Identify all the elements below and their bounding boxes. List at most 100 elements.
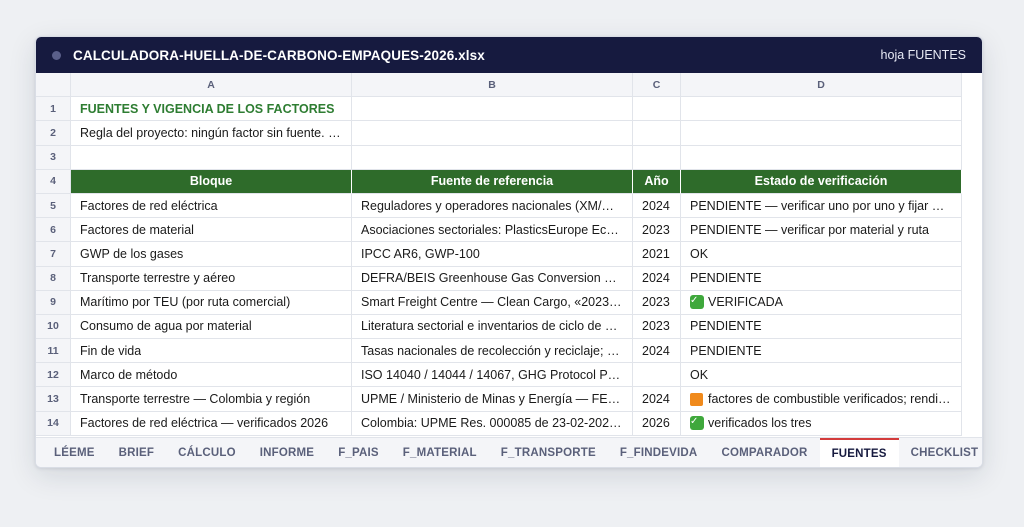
estado-cell[interactable]: ✓ VERIFICADA (681, 290, 962, 315)
anio-cell[interactable]: 2024 (633, 387, 681, 412)
bloque-cell[interactable]: Marítimo por TEU (por ruta comercial) (71, 290, 352, 315)
row-number[interactable]: 6 (36, 218, 71, 243)
sheet-row: 3 (36, 145, 982, 170)
cell[interactable] (681, 121, 962, 146)
fuente-cell[interactable]: Reguladores y operadores nacionales (XM/… (352, 193, 633, 219)
bloque-cell[interactable]: Consumo de agua por material (71, 314, 352, 340)
estado-cell[interactable]: OK (681, 363, 962, 388)
anio-cell[interactable]: 2021 (633, 242, 681, 267)
row-number[interactable]: 12 (36, 363, 71, 388)
header-fuente[interactable]: Fuente de referencia (352, 169, 633, 194)
anio-cell[interactable]: 2024 (633, 339, 681, 364)
anio-cell[interactable]: 2023 (633, 314, 681, 340)
fuente-cell[interactable]: ISO 14040 / 14044 / 14067, GHG Protocol … (352, 363, 633, 388)
sheet-tab-l-eme[interactable]: LÉEME (42, 438, 107, 468)
header-bloque[interactable]: Bloque (71, 169, 352, 194)
row-number[interactable]: 1 (36, 97, 71, 122)
fuente-cell[interactable]: Literatura sectorial e inventarios de ci… (352, 314, 633, 340)
cell[interactable] (352, 97, 633, 122)
row-number[interactable]: 14 (36, 411, 71, 436)
row-number[interactable]: 2 (36, 121, 71, 146)
column-header-a[interactable]: A (71, 73, 352, 98)
sheet-tab-checklist[interactable]: CHECKLIST (899, 438, 982, 468)
cell[interactable] (681, 97, 962, 122)
bloque-cell[interactable]: Transporte terrestre — Colombia y región (71, 387, 352, 412)
row-number[interactable]: 7 (36, 242, 71, 267)
cell[interactable] (352, 121, 633, 146)
sheet-tab-comparador[interactable]: COMPARADOR (709, 438, 819, 468)
anio-cell[interactable]: 2026 (633, 411, 681, 436)
project-rule-text: Regla del proyecto: ningún factor sin fu… (80, 125, 341, 140)
sheet-tab-f-material[interactable]: F_MATERIAL (391, 438, 489, 468)
row-number[interactable]: 8 (36, 266, 71, 291)
bloque-text: Factores de red eléctrica (80, 198, 218, 213)
estado-text: PENDIENTE (690, 343, 762, 358)
anio-cell[interactable]: 2024 (633, 266, 681, 291)
table-row: 11 Fin de vida Tasas nacionales de recolec… (36, 339, 982, 364)
row-number[interactable]: 10 (36, 314, 71, 340)
row-number[interactable]: 13 (36, 387, 71, 412)
cell[interactable] (633, 145, 681, 170)
anio-cell[interactable]: 2023 (633, 290, 681, 315)
table-row: 10 Consumo de agua por material Literatura… (36, 314, 982, 340)
cell[interactable] (71, 145, 352, 170)
anio-cell[interactable] (633, 363, 681, 388)
corner-cell[interactable] (36, 73, 71, 98)
column-header-d[interactable]: D (681, 73, 962, 98)
header-estado[interactable]: Estado de verificación (681, 169, 962, 194)
bloque-cell[interactable]: Marco de método (71, 363, 352, 388)
fuente-cell[interactable]: DEFRA/BEIS Greenhouse Gas Conversion … (352, 266, 633, 291)
fuente-cell[interactable]: IPCC AR6, GWP-100 (352, 242, 633, 267)
bloque-text: Fin de vida (80, 343, 142, 358)
bloque-cell[interactable]: Factores de red eléctrica (71, 193, 352, 219)
estado-cell[interactable]: PENDIENTE (681, 339, 962, 364)
cell[interactable] (633, 121, 681, 146)
estado-cell[interactable]: PENDIENTE (681, 266, 962, 291)
spreadsheet-window: CALCULADORA-HUELLA-DE-CARBONO-EMPAQUES-2… (35, 36, 983, 468)
fuente-cell[interactable]: Tasas nacionales de recolección y recicl… (352, 339, 633, 364)
estado-cell[interactable]: PENDIENTE (681, 314, 962, 340)
row-number[interactable]: 3 (36, 145, 71, 170)
file-title: CALCULADORA-HUELLA-DE-CARBONO-EMPAQUES-2… (73, 47, 485, 63)
sheet-tab-f-pais[interactable]: F_PAIS (326, 438, 391, 468)
anio-text: 2024 (642, 392, 670, 407)
column-header-c[interactable]: C (633, 73, 681, 98)
row-number[interactable]: 11 (36, 339, 71, 364)
bloque-cell[interactable]: Fin de vida (71, 339, 352, 364)
sheet-tab-f-findevida[interactable]: F_FINDEVIDA (608, 438, 710, 468)
bloque-cell[interactable]: Factores de material (71, 218, 352, 243)
sheet-tab-informe[interactable]: INFORME (248, 438, 326, 468)
estado-text: OK (690, 367, 709, 382)
estado-cell[interactable]: PENDIENTE — verificar uno por uno y fija… (681, 193, 962, 219)
project-rule-cell[interactable]: Regla del proyecto: ningún factor sin fu… (71, 121, 352, 146)
anio-text: 2023 (642, 295, 670, 310)
fuente-cell[interactable]: UPME / Ministerio de Minas y Energía — F… (352, 387, 633, 412)
estado-cell[interactable]: ✓ verificados los tres (681, 411, 962, 436)
sheet-title-cell[interactable]: FUENTES Y VIGENCIA DE LOS FACTORES (71, 97, 352, 122)
bloque-cell[interactable]: Transporte terrestre y aéreo (71, 266, 352, 291)
anio-cell[interactable]: 2024 (633, 193, 681, 219)
sheet-tab-brief[interactable]: BRIEF (107, 438, 167, 468)
row-number[interactable]: 5 (36, 193, 71, 219)
fuente-cell[interactable]: Smart Freight Centre — Clean Cargo, «202… (352, 290, 633, 315)
estado-cell[interactable]: OK (681, 242, 962, 267)
row-number[interactable]: 4 (36, 169, 71, 194)
estado-cell[interactable]: PENDIENTE — verificar por material y rut… (681, 218, 962, 243)
sheet-tab-c-lculo[interactable]: CÁLCULO (166, 438, 248, 468)
sheet-tab-f-transporte[interactable]: F_TRANSPORTE (489, 438, 608, 468)
bloque-cell[interactable]: Factores de red eléctrica — verificados … (71, 411, 352, 436)
cell[interactable] (633, 97, 681, 122)
cell[interactable] (681, 145, 962, 170)
bloque-text: Marco de método (80, 367, 178, 382)
fuente-cell[interactable]: Colombia: UPME Res. 000085 de 23-02-202… (352, 411, 633, 436)
estado-cell[interactable]: factores de combustible verificados; ren… (681, 387, 962, 412)
sheet-tab-fuentes[interactable]: FUENTES (819, 437, 899, 467)
cell[interactable] (352, 145, 633, 170)
fuente-cell[interactable]: Asociaciones sectoriales: PlasticsEurope… (352, 218, 633, 243)
anio-text: 2023 (642, 319, 670, 334)
anio-cell[interactable]: 2023 (633, 218, 681, 243)
bloque-cell[interactable]: GWP de los gases (71, 242, 352, 267)
header-anio[interactable]: Año (633, 169, 681, 194)
row-number[interactable]: 9 (36, 290, 71, 315)
column-header-b[interactable]: B (352, 73, 633, 98)
